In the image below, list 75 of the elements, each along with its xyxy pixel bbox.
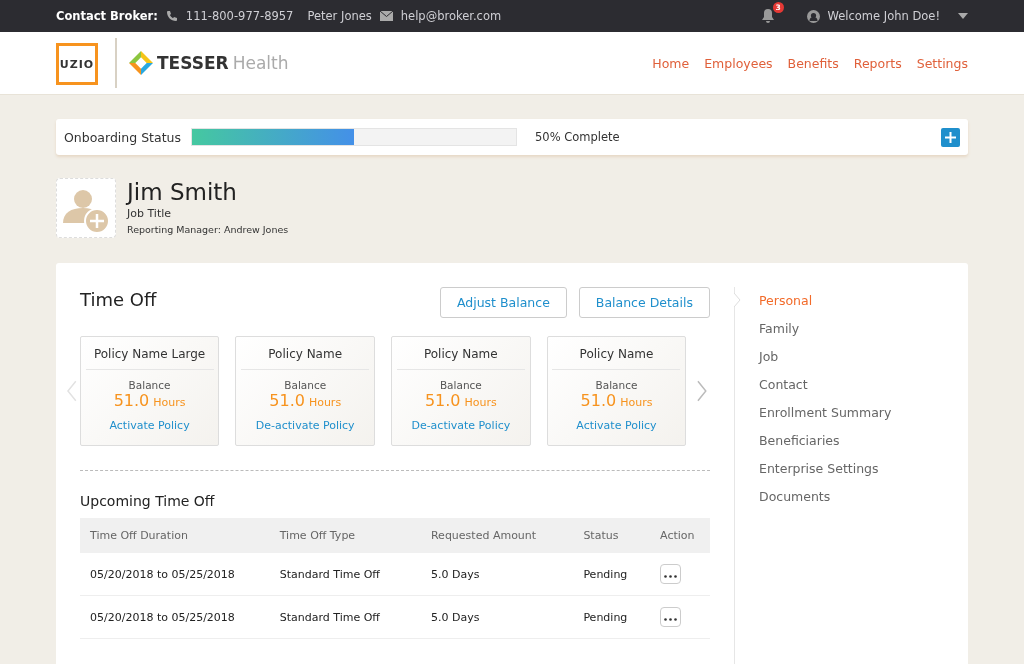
balance-amount: 51.0 bbox=[113, 391, 150, 410]
plus-icon bbox=[945, 131, 956, 143]
bell-icon[interactable] bbox=[760, 8, 775, 24]
more-button[interactable] bbox=[660, 564, 682, 584]
more-icon bbox=[664, 575, 678, 578]
uzio-logo: UZIO bbox=[56, 43, 98, 85]
policy-action-link[interactable]: De-activate Policy bbox=[411, 419, 511, 432]
more-icon bbox=[664, 618, 678, 621]
balance-unit: Hours bbox=[464, 396, 497, 409]
column-header: Status bbox=[573, 518, 651, 553]
user-icon bbox=[806, 9, 820, 23]
table-cell: Standard Time Off bbox=[269, 553, 421, 596]
welcome-text[interactable]: Welcome John Doe! bbox=[827, 9, 940, 23]
phone-icon bbox=[165, 10, 178, 22]
section-title: Upcoming Time Off bbox=[80, 493, 216, 509]
table-cell: 05/20/2018 to 05/25/2018 bbox=[80, 553, 270, 596]
contact-label: Contact Broker: bbox=[56, 9, 158, 23]
nav-link[interactable]: Benefits bbox=[787, 55, 839, 71]
table-cell: Pending bbox=[573, 553, 651, 596]
column-header: Time Off Type bbox=[269, 518, 421, 553]
balance-unit: Hours bbox=[153, 396, 186, 409]
broker-name: Peter Jones bbox=[307, 9, 372, 23]
progress-reading: 50% Complete bbox=[535, 130, 620, 144]
column-header: Requested Amount bbox=[420, 518, 574, 553]
add-button[interactable] bbox=[941, 127, 960, 147]
table-cell: Pending bbox=[573, 595, 651, 639]
policy-name: Policy Name bbox=[552, 347, 681, 370]
action-button[interactable]: Adjust Balance bbox=[439, 287, 567, 318]
policy-name: Policy Name bbox=[241, 347, 370, 370]
side-nav-item[interactable]: Contact bbox=[759, 371, 968, 399]
more-button[interactable] bbox=[660, 607, 682, 627]
balance-amount: 51.0 bbox=[580, 391, 617, 410]
job-title: Job Title bbox=[127, 207, 173, 220]
balance-unit: Hours bbox=[308, 396, 342, 409]
nav-link[interactable]: Employees bbox=[704, 55, 773, 71]
nav-link[interactable]: Reports bbox=[853, 55, 902, 71]
policy-action-link[interactable]: De-activate Policy bbox=[255, 419, 355, 432]
column-header: Time Off Duration bbox=[80, 518, 270, 553]
mail-icon bbox=[379, 11, 393, 21]
table-cell: 05/20/2018 to 05/25/2018 bbox=[80, 595, 270, 639]
balance-label: Balance bbox=[128, 379, 171, 391]
balance-label: Balance bbox=[595, 379, 638, 391]
balance-unit: Hours bbox=[620, 396, 653, 409]
caret-icon[interactable] bbox=[958, 13, 968, 19]
balance-amount: 51.0 bbox=[424, 391, 461, 410]
table-cell: Standard Time Off bbox=[269, 595, 421, 639]
column-header: Action bbox=[650, 518, 710, 553]
side-nav-item[interactable]: Family bbox=[759, 315, 968, 343]
table-cell: 5.0 Days bbox=[420, 595, 574, 639]
policy-name: Policy Name bbox=[396, 347, 525, 370]
policy-action-link[interactable]: Activate Policy bbox=[109, 419, 190, 432]
nav-link[interactable]: Home bbox=[652, 55, 690, 71]
section-title: Time Off bbox=[80, 289, 158, 310]
policy-name: Policy Name Large bbox=[85, 347, 214, 370]
side-nav-item[interactable]: Job bbox=[759, 343, 968, 371]
table-cell: 5.0 Days bbox=[420, 553, 574, 596]
diamond-logo-icon bbox=[129, 51, 153, 75]
side-nav-item[interactable]: Enrollment Summary bbox=[759, 399, 968, 427]
balance-label: Balance bbox=[284, 379, 327, 391]
action-button[interactable]: Balance Details bbox=[578, 287, 710, 318]
partner-name: TESSER bbox=[157, 53, 229, 73]
broker-phone: 111-800-977-8957 bbox=[185, 9, 294, 23]
employee-name: Jim Smith bbox=[127, 178, 238, 206]
nav-link[interactable]: Settings bbox=[916, 55, 968, 71]
balance-amount: 51.0 bbox=[269, 391, 305, 410]
broker-email: help@broker.com bbox=[400, 9, 502, 23]
reporting-manager: Reporting Manager: Andrew Jones bbox=[127, 224, 289, 235]
balance-label: Balance bbox=[439, 379, 482, 391]
side-nav-item[interactable]: Personal bbox=[759, 287, 968, 315]
partner-suffix: Health bbox=[232, 53, 289, 73]
side-nav-item[interactable]: Beneficiaries bbox=[759, 427, 968, 455]
onboarding-label: Onboarding Status bbox=[64, 129, 181, 145]
side-nav-item[interactable]: Enterprise Settings bbox=[759, 455, 968, 483]
side-nav-item[interactable]: Documents bbox=[759, 483, 968, 511]
policy-action-link[interactable]: Activate Policy bbox=[576, 419, 657, 432]
